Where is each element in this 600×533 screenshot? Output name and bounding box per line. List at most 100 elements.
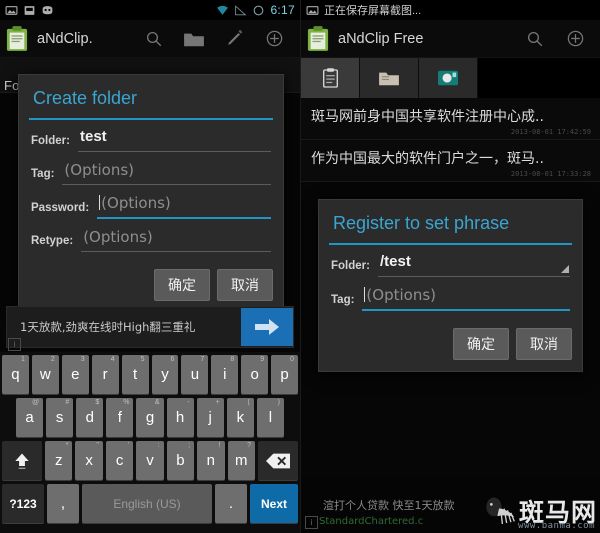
key-m[interactable]: ? m <box>227 441 255 480</box>
key-g[interactable]: & g <box>136 398 164 437</box>
tab-folder[interactable] <box>360 58 419 98</box>
key-sup: % <box>123 399 130 406</box>
tag-input[interactable]: (Options) <box>62 159 271 185</box>
key-label: j <box>208 409 212 426</box>
create-folder-dialog: Create folder Folder: test Tag: (Options… <box>18 74 284 313</box>
list-item[interactable]: 斑马网前身中国共享软件注册中心成.. 2013-08-01 17:42:59 <box>301 98 600 140</box>
keyboard-row-2: @ a # s $ d % f & g -h + j (k ) l <box>2 398 298 437</box>
password-placeholder: (Options) <box>101 194 171 212</box>
clipboard-entry-strip[interactable]: 1天放款,劲爽在线时High翻三重礼 <box>6 306 294 348</box>
key-label: u <box>190 366 200 383</box>
left-action-bar: aNdClip. <box>0 20 300 58</box>
arrow-right-icon[interactable] <box>241 308 293 346</box>
key-sup: 0 <box>290 356 295 363</box>
signal-icon <box>235 4 247 15</box>
key-w[interactable]: 2w <box>31 355 59 394</box>
key-i[interactable]: 8i <box>211 355 239 394</box>
search-icon[interactable] <box>515 20 555 58</box>
key-sup: + <box>215 399 220 406</box>
key-l[interactable]: ) l <box>256 398 284 437</box>
left-status-bar: 6:17 <box>0 0 300 20</box>
ad-info-badge[interactable]: i <box>305 516 318 529</box>
field-row-retype: Retype: (Options) <box>31 226 271 252</box>
cancel-button[interactable]: 取消 <box>217 269 273 301</box>
key-n[interactable]: ! n <box>197 441 225 480</box>
key-sup: ' <box>127 442 130 449</box>
key-q[interactable]: 1q <box>1 355 29 394</box>
key-f[interactable]: % f <box>106 398 134 437</box>
zebra-icon <box>486 497 515 524</box>
key-y[interactable]: 6y <box>151 355 179 394</box>
key-b[interactable]: ; b <box>166 441 195 480</box>
tab-clipboard[interactable] <box>301 58 360 98</box>
key-c[interactable]: ' c <box>105 441 134 480</box>
search-icon[interactable] <box>134 20 174 58</box>
shift-icon[interactable] <box>2 441 43 480</box>
retype-input[interactable]: (Options) <box>81 226 271 252</box>
key-p[interactable]: 0p <box>271 355 299 394</box>
folder-icon[interactable] <box>174 20 214 58</box>
battery-icon <box>254 5 264 15</box>
password-input[interactable]: (Options) <box>97 192 271 219</box>
keyboard-row-3: * z " x ' c :v ; b ! n ? m <box>2 441 298 480</box>
clipboard-icon <box>6 25 28 52</box>
key-r[interactable]: 4r <box>91 355 119 394</box>
right-device-panel: 正在保存屏幕截图... aNdClip Free 斑马网前身中国共享软件注册中心… <box>300 0 600 533</box>
key-sup: 4 <box>110 356 115 363</box>
key-z[interactable]: * z <box>45 441 73 480</box>
folder-spinner[interactable]: /test <box>377 251 570 277</box>
key-label: v <box>146 452 154 469</box>
key-t[interactable]: 5t <box>121 355 149 394</box>
retype-label: Retype: <box>31 235 74 247</box>
keyboard-row-4: ?123 , English (US) . Next <box>2 484 298 523</box>
clipboard-entry-text: 1天放款,劲爽在线时High翻三重礼 <box>20 320 196 334</box>
key-h[interactable]: -h <box>166 398 194 437</box>
key-v[interactable]: :v <box>136 441 164 480</box>
key-o[interactable]: 9o <box>241 355 269 394</box>
list-item[interactable]: 作为中国最大的软件门户之一，斑马.. 2013-08-01 17:33:28 <box>301 140 600 182</box>
add-icon[interactable] <box>254 20 294 58</box>
ad-info-badge[interactable]: i <box>8 338 21 351</box>
right-status-bar: 正在保存屏幕截图... <box>301 0 600 20</box>
key-j[interactable]: + j <box>196 398 224 437</box>
ok-button[interactable]: 确定 <box>453 328 509 360</box>
key-e[interactable]: 3e <box>61 355 89 394</box>
key-label: w <box>39 366 51 383</box>
key-x[interactable]: " x <box>75 441 103 480</box>
tab-phrase[interactable] <box>419 58 478 98</box>
retype-placeholder: (Options) <box>83 228 153 246</box>
symbols-key[interactable]: ?123 <box>2 484 44 523</box>
tab-strip-filler <box>478 58 600 98</box>
dialog-title: Register to set phrase <box>333 213 510 233</box>
folder-input[interactable]: test <box>77 126 271 152</box>
backspace-icon[interactable] <box>257 441 298 480</box>
key-a[interactable]: @ a <box>16 398 44 437</box>
soft-keyboard[interactable]: 1q 2w 3e 4r 5t 6y 7u 8i 9o 0p @ a # s $ d %… <box>0 352 300 533</box>
key-s[interactable]: # s <box>46 398 74 437</box>
enter-key[interactable]: Next <box>250 484 298 523</box>
period-key[interactable]: . <box>215 484 247 523</box>
key-label: b <box>176 452 185 469</box>
add-icon[interactable] <box>555 20 595 58</box>
cancel-button[interactable]: 取消 <box>516 328 572 360</box>
list-item-time: 2013-08-01 17:33:28 <box>510 170 591 178</box>
key-k[interactable]: (k <box>226 398 254 437</box>
key-u[interactable]: 7u <box>181 355 209 394</box>
field-row-password: Password: (Options) <box>31 192 271 219</box>
key-label: r <box>102 366 108 383</box>
tag-input[interactable]: (Options) <box>362 284 570 311</box>
edit-icon[interactable] <box>214 20 254 58</box>
comma-key[interactable]: , <box>47 484 79 523</box>
space-key[interactable]: English (US) <box>82 484 212 523</box>
ad-banner[interactable]: 渲打个人贷款 快至1天放款 StandardChartered.c i 斑马网 <box>301 477 600 533</box>
key-sup: ! <box>218 442 221 449</box>
tag-placeholder: (Options) <box>64 161 135 179</box>
key-sup: 6 <box>170 356 175 363</box>
key-d[interactable]: $ d <box>76 398 104 437</box>
key-sup: $ <box>95 399 100 406</box>
field-row-folder: Folder: test <box>31 126 271 152</box>
ok-button[interactable]: 确定 <box>154 269 210 301</box>
key-label: e <box>71 366 80 383</box>
ad-headline: 渲打个人贷款 快至1天放款 <box>323 499 455 512</box>
dialog-title: Create folder <box>33 88 138 108</box>
